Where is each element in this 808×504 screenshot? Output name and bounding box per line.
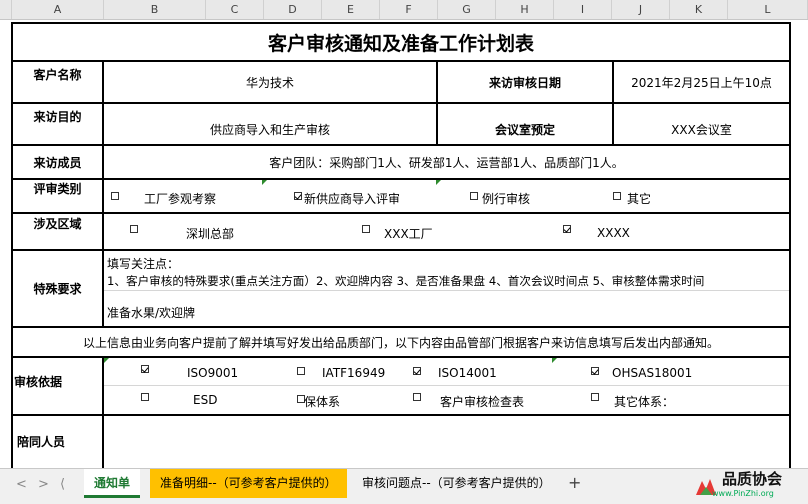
tab-prep-details[interactable]: 准备明细--（可参考客户提供的）	[150, 469, 347, 498]
column-header-a[interactable]: A	[12, 0, 104, 19]
meeting-room-label[interactable]: 会议室预定	[438, 114, 612, 144]
column-header-bar: A B C D E F G H I J K L	[0, 0, 808, 20]
meeting-room-value[interactable]: XXX会议室	[614, 114, 789, 144]
visit-purpose-label[interactable]: 来访目的	[13, 104, 102, 128]
gridline-special	[104, 290, 789, 291]
review-type-option-factory: 工厂参观考察	[144, 192, 217, 206]
cell-note-marker	[436, 180, 441, 185]
gridline-basis	[104, 385, 789, 386]
basis-option-checklist: 客户审核检查表	[440, 395, 525, 409]
border-row9	[11, 414, 791, 416]
basis-checkbox-ohsas18001[interactable]	[591, 367, 599, 375]
basis-checkbox-esd[interactable]	[141, 393, 149, 401]
review-type-checkbox-factory[interactable]	[111, 192, 119, 200]
review-type-checkbox-other[interactable]	[613, 192, 621, 200]
column-header-d[interactable]: D	[264, 0, 322, 19]
column-header-e[interactable]: E	[322, 0, 380, 19]
tab-notice[interactable]: 通知单	[84, 469, 141, 498]
basis-checkbox-iso14001[interactable]	[413, 367, 421, 375]
review-type-option-new-supplier: 新供应商导入评审	[304, 192, 401, 206]
watermark-url: www.PinZhi.org	[712, 489, 774, 498]
basis-option-esd: ESD	[193, 393, 218, 407]
basis-option-iso14001: ISO14001	[438, 366, 497, 380]
review-type-label[interactable]: 评审类别	[13, 180, 102, 196]
basis-checkbox-other[interactable]	[591, 393, 599, 401]
basis-option-system: 保体系	[304, 395, 341, 409]
review-type-checkbox-new-supplier[interactable]	[294, 192, 302, 200]
visit-date-value[interactable]: 2021年2月25日上午10点	[614, 62, 789, 102]
border-row6	[11, 249, 791, 251]
page-title[interactable]: 客户审核通知及准备工作计划表	[13, 24, 789, 60]
basis-checkbox-checklist[interactable]	[413, 393, 421, 401]
cell-note-marker	[262, 180, 267, 185]
escort-label[interactable]: 陪同人员	[13, 416, 102, 466]
area-option-factory: XXX工厂	[384, 227, 433, 241]
basis-checkbox-iso9001[interactable]	[141, 365, 149, 373]
review-type-option-routine: 例行审核	[482, 192, 531, 206]
watermark-name: 品质协会	[722, 470, 783, 488]
watermark-logo: 品质协会 www.PinZhi.org	[692, 469, 804, 504]
review-type-checkbox-routine[interactable]	[470, 192, 478, 200]
column-header-j[interactable]: J	[612, 0, 670, 19]
select-all-corner[interactable]	[0, 0, 12, 19]
area-checkbox-shenzhen[interactable]	[130, 225, 138, 233]
area-option-shenzhen: 深圳总部	[186, 227, 235, 241]
border-row8	[11, 356, 791, 358]
sheet-tab-bar: < > ⟨ 通知单 准备明细--（可参考客户提供的） 审核问题点--（可参考客户…	[0, 468, 808, 504]
area-checkbox-xxxx[interactable]	[563, 225, 571, 233]
column-header-f[interactable]: F	[380, 0, 438, 19]
basis-option-ohsas18001: OHSAS18001	[612, 366, 693, 380]
add-sheet-button[interactable]: +	[568, 473, 581, 492]
visitors-value[interactable]: 客户团队：采购部门1人、研发部1人、运营部1人、品质部门1人。	[104, 146, 789, 178]
border-row4	[11, 178, 791, 180]
column-header-b[interactable]: B	[104, 0, 206, 19]
basis-option-other: 其它体系：	[614, 395, 675, 409]
first-sheet-nav[interactable]: <	[16, 477, 27, 492]
area-label[interactable]: 涉及区域	[13, 214, 102, 232]
border-row2	[11, 102, 791, 104]
visit-purpose-value[interactable]: 供应商导入和生产审核	[104, 114, 436, 144]
column-header-l[interactable]: L	[728, 0, 808, 19]
border-right	[789, 22, 791, 468]
special-requirements-label[interactable]: 特殊要求	[13, 251, 102, 326]
column-header-i[interactable]: I	[554, 0, 612, 19]
worksheet-grid[interactable]: 客户审核通知及准备工作计划表 客户名称 华为技术 来访审核日期 2021年2月2…	[0, 20, 808, 468]
column-header-k[interactable]: K	[670, 0, 728, 19]
basis-option-iso9001: ISO9001	[187, 366, 239, 380]
column-header-g[interactable]: G	[438, 0, 496, 19]
border-col-a-lower	[102, 356, 104, 468]
customer-name-value[interactable]: 华为技术	[104, 62, 436, 102]
basis-checkbox-iatf16949[interactable]	[297, 367, 305, 375]
column-header-h[interactable]: H	[496, 0, 554, 19]
special-requirements-items[interactable]: 1、客户审核的特殊要求(重点关注方面）2、欢迎牌内容 3、是否准备果盘 4、首次…	[107, 273, 704, 289]
column-header-c[interactable]: C	[206, 0, 264, 19]
customer-name-label[interactable]: 客户名称	[13, 62, 102, 86]
area-checkbox-factory[interactable]	[362, 225, 370, 233]
visit-date-label[interactable]: 来访审核日期	[438, 62, 612, 102]
next-sheet-nav[interactable]: ⟨	[60, 477, 65, 492]
audit-basis-label[interactable]: 审核依据	[13, 358, 102, 404]
cell-note-marker	[104, 358, 109, 363]
visitors-label[interactable]: 来访成员	[13, 146, 102, 178]
notice-text[interactable]: 以上信息由业务向客户提前了解并填写好发出给品质部门，以下内容由品管部门根据客户来…	[13, 328, 789, 356]
basis-option-iatf16949: IATF16949	[322, 366, 386, 380]
tab-audit-issues[interactable]: 审核问题点--（可参考客户提供的）	[352, 469, 561, 498]
special-requirements-value[interactable]: 准备水果/欢迎牌	[107, 304, 195, 321]
border-row5	[11, 212, 791, 214]
area-option-xxxx: XXXX	[597, 226, 630, 240]
special-requirements-hint[interactable]: 填写关注点：	[107, 255, 179, 272]
cell-note-marker	[552, 358, 557, 363]
review-type-option-other: 其它	[627, 192, 652, 206]
prev-sheet-nav[interactable]: >	[38, 477, 49, 492]
